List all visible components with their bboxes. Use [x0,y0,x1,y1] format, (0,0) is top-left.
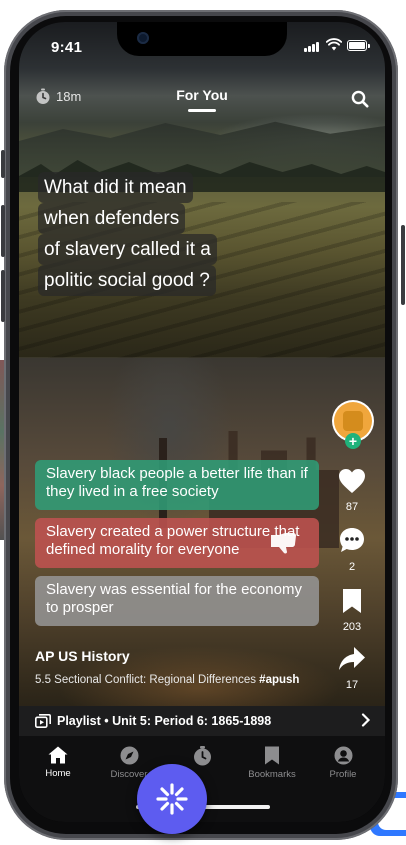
answer-option[interactable]: Slavery was essential for the economy to… [35,576,319,626]
tab-label: Home [45,768,71,779]
heart-icon [339,469,365,493]
tab-profile[interactable]: Profile [313,746,373,780]
share-count: 17 [345,679,359,691]
share-icon [339,647,365,670]
chevron-right-icon [361,713,371,727]
phone-volume-up [1,205,5,257]
status-time: 9:41 [51,39,83,56]
question-text: What did it mean when defenders of slave… [38,172,258,296]
thumbs-down-icon [271,533,296,554]
question-line: when defenders [38,203,186,234]
question-line: of slavery called it a [38,234,217,265]
topic-description: 5.5 Sectional Conflict: Regional Differe… [35,674,299,686]
scroll-icon [343,411,363,431]
comment-icon [340,528,364,552]
signal-icon [304,41,322,52]
home-icon [48,746,68,764]
phone-screen: 9:41 18m For You What did it mean when d… [19,22,385,822]
timer-icon [193,746,211,766]
tab-bookmarks[interactable]: Bookmarks [242,746,302,780]
tab-for-you[interactable]: For You [19,87,385,103]
status-bar: 9:41 [19,22,385,72]
create-button[interactable] [137,764,207,834]
like-count: 87 [345,501,359,513]
question-line: What did it mean [38,172,193,203]
camera-icon [137,32,149,44]
phone-volume-down [1,270,5,322]
battery-icon [347,40,370,51]
answer-option-correct[interactable]: Slavery black people a better life than … [35,460,319,510]
post-caption: AP US History 5.5 Sectional Conflict: Re… [35,648,299,686]
phone-power-button [401,225,405,305]
tab-home[interactable]: Home [28,746,88,779]
subject-title: AP US History [35,648,130,664]
tab-label: Bookmarks [248,769,296,780]
bookmark-icon [343,589,361,613]
playlist-icon [35,714,51,728]
playlist-label: Playlist • Unit 5: Period 6: 1865-1898 [57,714,272,728]
bookmark-button[interactable]: 203 [323,588,381,633]
playlist-bar[interactable]: Playlist • Unit 5: Period 6: 1865-1898 [19,706,385,736]
profile-icon [334,746,352,765]
bookmark-icon [265,746,279,765]
search-icon[interactable] [351,90,369,108]
top-nav: 18m For You [19,84,385,114]
bookmark-count: 203 [342,621,362,633]
sparkle-icon [156,783,188,815]
comment-count: 2 [348,561,356,573]
hashtag-link[interactable]: #apush [259,674,299,686]
tab-label: Discover [110,769,148,780]
topic-text: 5.5 Sectional Conflict: Regional Differe… [35,674,256,686]
active-tab-indicator [188,109,216,112]
follow-plus-button[interactable]: + [345,433,361,449]
comment-button[interactable]: 2 [323,526,381,573]
like-button[interactable]: 87 [323,468,381,513]
wifi-icon [326,38,342,51]
compass-icon [120,746,138,765]
tab-label: Profile [329,769,357,780]
share-button[interactable]: 17 [323,646,381,691]
phone-mute-switch [1,150,5,178]
question-line: politic social good ? [38,265,216,296]
